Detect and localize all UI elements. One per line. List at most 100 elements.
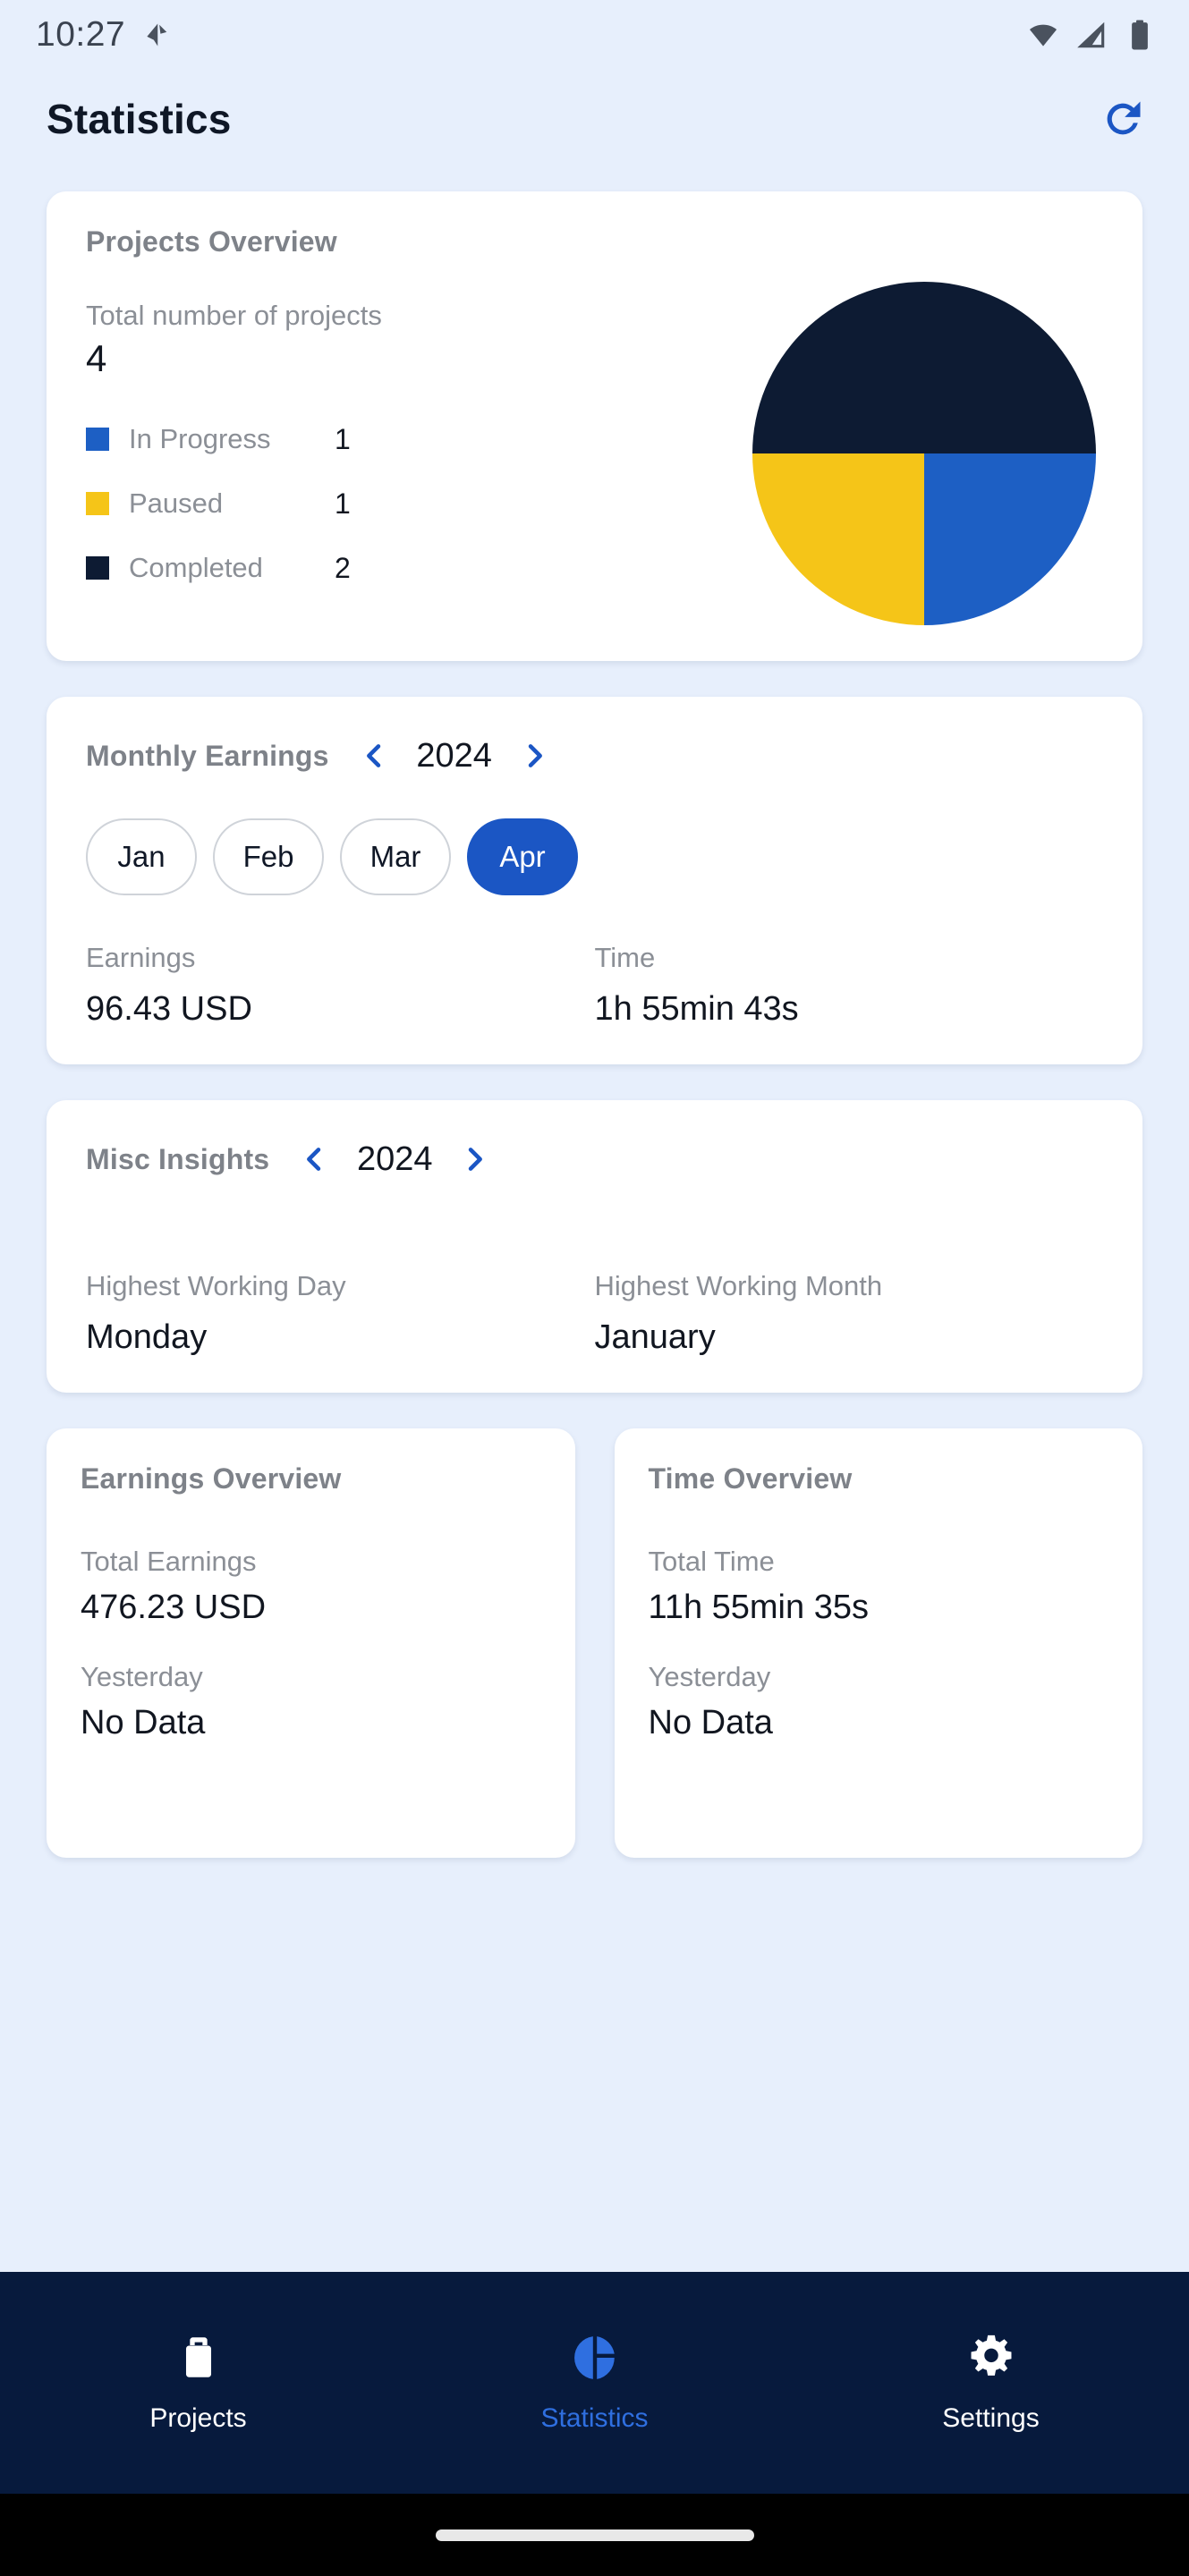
status-bar: 10:27: [0, 0, 1189, 70]
misc-insights-next-year-button[interactable]: [450, 1134, 500, 1184]
time-overview-card: Time Overview Total Time 11h 55min 35s Y…: [614, 1428, 1142, 1858]
total-time-value: 11h 55min 35s: [648, 1589, 869, 1626]
monthly-earnings-earnings-col: Earnings 96.43 USD: [86, 942, 595, 1029]
monthly-time-label: Time: [594, 942, 656, 973]
legend-label-in-progress: In Progress: [129, 423, 271, 454]
scroll-content[interactable]: Projects Overview Total number of projec…: [0, 168, 1189, 2576]
earnings-yesterday-label: Yesterday: [81, 1661, 203, 1692]
nav-item-settings[interactable]: Settings: [793, 2332, 1189, 2434]
misc-insights-prev-year-button[interactable]: [289, 1134, 339, 1184]
legend-item-completed: Completed 2: [86, 536, 382, 600]
battery-icon: [1132, 20, 1148, 50]
monthly-earnings-year: 2024: [416, 736, 492, 775]
misc-insights-year-stepper: 2024: [289, 1134, 500, 1184]
highest-working-month-label: Highest Working Month: [594, 1270, 883, 1301]
monthly-earnings-year-stepper: 2024: [349, 731, 560, 781]
monthly-earnings-value: 96.43 USD: [86, 990, 252, 1028]
legend-value-paused: 1: [335, 487, 351, 520]
chevron-right-icon: [528, 744, 542, 767]
total-projects-value: 4: [86, 337, 107, 379]
monthly-earnings-prev-year-button[interactable]: [349, 731, 399, 781]
total-time-label: Total Time: [648, 1546, 775, 1577]
overview-split-row: Earnings Overview Total Earnings 476.23 …: [47, 1428, 1142, 1858]
earnings-overview-card: Earnings Overview Total Earnings 476.23 …: [47, 1428, 575, 1858]
app-header: Statistics: [0, 70, 1189, 168]
legend-swatch-completed: [86, 556, 109, 580]
month-pill-feb[interactable]: Feb: [213, 818, 324, 895]
time-yesterday-label: Yesterday: [648, 1661, 771, 1692]
earnings-overview-body: Total Earnings 476.23 USD Yesterday No D…: [81, 1546, 541, 1742]
monthly-earnings-label: Earnings: [86, 942, 196, 973]
monthly-earnings-card: Monthly Earnings 2024 Jan Feb Mar Apr Ea…: [47, 697, 1142, 1064]
misc-insights-year: 2024: [357, 1140, 433, 1178]
pie-slice-completed: [752, 282, 1096, 453]
time-yesterday-value: No Data: [648, 1704, 773, 1741]
legend-swatch-in-progress: [86, 428, 109, 451]
pie-slice-paused: [752, 453, 924, 625]
misc-insights-stats: Highest Working Day Monday Highest Worki…: [86, 1270, 1103, 1357]
misc-insights-card: Misc Insights 2024 Highest Working Day M…: [47, 1100, 1142, 1393]
month-selector[interactable]: Jan Feb Mar Apr: [86, 818, 1103, 895]
status-bar-clock: 10:27: [36, 15, 126, 54]
nav-label-settings: Settings: [942, 2403, 1040, 2433]
time-overview-title: Time Overview: [648, 1462, 853, 1495]
highest-working-day-col: Highest Working Day Monday: [86, 1270, 595, 1357]
misc-insights-title: Misc Insights: [86, 1142, 270, 1175]
refresh-icon: [1107, 101, 1141, 135]
projects-overview-card: Projects Overview Total number of projec…: [47, 191, 1142, 661]
pie-slice-in-progress: [924, 453, 1096, 625]
pie-chart-svg: [752, 282, 1096, 625]
time-overview-body: Total Time 11h 55min 35s Yesterday No Da…: [649, 1546, 1109, 1742]
refresh-button[interactable]: [1094, 90, 1151, 148]
status-bar-left: 10:27: [36, 15, 170, 55]
highest-working-month-value: January: [594, 1318, 716, 1356]
nav-label-projects: Projects: [149, 2403, 247, 2433]
projects-overview-title: Projects Overview: [86, 225, 337, 258]
month-pill-mar[interactable]: Mar: [340, 818, 451, 895]
monthly-earnings-next-year-button[interactable]: [510, 731, 560, 781]
total-earnings-label: Total Earnings: [81, 1546, 257, 1577]
monthly-earnings-stats: Earnings 96.43 USD Time 1h 55min 43s: [86, 942, 1103, 1029]
wifi-icon: [1029, 24, 1057, 47]
monthly-earnings-title: Monthly Earnings: [86, 739, 329, 772]
chevron-right-icon: [469, 1148, 483, 1171]
month-pill-jan[interactable]: Jan: [86, 818, 197, 895]
nav-item-statistics[interactable]: Statistics: [396, 2332, 793, 2434]
month-pill-apr[interactable]: Apr: [467, 818, 578, 895]
app-screen: 10:27 Statistics Projects Overview Total…: [0, 0, 1189, 2576]
pie-chart-icon: [573, 2336, 615, 2379]
highest-working-day-value: Monday: [86, 1318, 208, 1356]
legend-item-in-progress: In Progress 1: [86, 407, 382, 471]
monthly-time-col: Time 1h 55min 43s: [595, 942, 1104, 1029]
projects-stats: Total number of projects 4 In Progress 1…: [86, 294, 382, 600]
legend-label-completed: Completed: [129, 552, 263, 583]
misc-insights-header: Misc Insights 2024: [86, 1134, 1103, 1184]
system-gesture-area: [0, 2494, 1189, 2576]
legend-value-in-progress: 1: [335, 422, 351, 455]
nav-item-projects[interactable]: Projects: [0, 2332, 396, 2434]
projects-overview-body: Total number of projects 4 In Progress 1…: [86, 282, 1103, 625]
cellular-signal-icon: [1077, 21, 1105, 48]
arrow-location-icon: [147, 23, 167, 47]
chevron-left-icon: [366, 744, 380, 767]
legend-value-completed: 2: [335, 551, 351, 584]
earnings-overview-title: Earnings Overview: [81, 1462, 342, 1495]
highest-working-month-col: Highest Working Month January: [595, 1270, 1104, 1357]
projects-pie-chart: [752, 282, 1096, 625]
status-bar-right: [1026, 18, 1157, 52]
chevron-left-icon: [307, 1148, 321, 1171]
legend-item-paused: Paused 1: [86, 471, 382, 536]
legend-label-paused: Paused: [129, 487, 224, 519]
monthly-time-value: 1h 55min 43s: [594, 990, 799, 1028]
home-indicator[interactable]: [435, 2529, 754, 2541]
earnings-yesterday-value: No Data: [81, 1704, 206, 1741]
legend-swatch-paused: [86, 492, 109, 515]
total-earnings-value: 476.23 USD: [81, 1589, 267, 1626]
nav-label-statistics: Statistics: [540, 2403, 649, 2433]
page-title: Statistics: [47, 96, 232, 142]
bottom-navigation-bar: Projects Statistics Settings: [0, 2272, 1189, 2494]
monthly-earnings-header: Monthly Earnings 2024: [86, 731, 1103, 781]
total-projects-label: Total number of projects: [86, 300, 382, 331]
highest-working-day-label: Highest Working Day: [86, 1270, 346, 1301]
gear-icon: [971, 2334, 1011, 2376]
